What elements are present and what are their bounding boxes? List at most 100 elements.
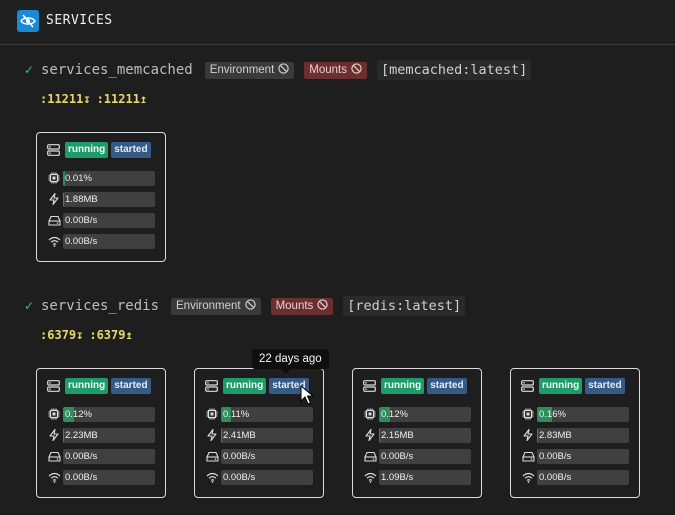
metric-row: 0.00B/s: [47, 212, 155, 228]
metric-value: 0.00B/s: [223, 450, 256, 462]
cpu-usage-bar: 0.12%: [379, 406, 471, 422]
port-list: :11211↧ :11211↥: [40, 92, 153, 106]
ban-icon: [278, 63, 289, 77]
metric-value: 0.11%: [223, 408, 250, 420]
container-card[interactable]: running started 0.12% 2.23MB 0.00B/s 0.00B/s: [36, 368, 166, 498]
container-card[interactable]: running started 0.12% 2.15MB 0.00B/s 1.09B/s: [352, 368, 482, 498]
cpu-usage-bar: 0.16%: [537, 406, 629, 422]
port-out[interactable]: :6379↥: [89, 328, 132, 342]
container-header: running started: [47, 378, 154, 394]
metric-value: 0.00B/s: [65, 235, 98, 247]
mouse-cursor-icon: [300, 384, 315, 410]
network-io-bar: 0.00B/s: [221, 469, 313, 485]
mounts-label: Mounts: [309, 64, 347, 76]
service-name[interactable]: services_redis: [41, 298, 159, 314]
metric-value: 1.09B/s: [381, 471, 414, 483]
metric-value: 0.00B/s: [539, 450, 572, 462]
network-io-bar: 0.00B/s: [63, 233, 155, 249]
status-badge: running: [65, 142, 109, 158]
disk-io-bar: 0.00B/s: [379, 448, 471, 464]
metric-row: 2.23MB: [47, 427, 155, 443]
wifi-icon: [47, 234, 61, 248]
memory-usage-bar: 2.23MB: [63, 427, 155, 443]
cpu-usage-bar: 0.12%: [63, 406, 155, 422]
metric-row: 0.16%: [521, 406, 629, 422]
metric-row: 2.41MB: [205, 427, 313, 443]
tooltip: 22 days ago: [252, 349, 329, 374]
wifi-icon: [47, 470, 61, 484]
network-io-bar: 0.00B/s: [537, 469, 629, 485]
port-in[interactable]: :11211↧: [40, 92, 91, 106]
hard-drive-icon: [47, 213, 61, 227]
network-io-bar: 1.09B/s: [379, 469, 471, 485]
container-header: running started: [521, 378, 628, 394]
cpu-icon: [521, 407, 535, 421]
memory-usage-bar: 2.15MB: [379, 427, 471, 443]
mounts-button[interactable]: Mounts: [270, 297, 334, 315]
service-name[interactable]: services_memcached: [41, 62, 193, 78]
server-icon: [363, 380, 376, 392]
wifi-icon: [521, 470, 535, 484]
cpu-icon: [363, 407, 377, 421]
eye-slash-icon: [17, 10, 39, 32]
metric-row: 0.00B/s: [521, 469, 629, 485]
metric-row: 0.00B/s: [205, 469, 313, 485]
memory-usage-bar: 2.41MB: [221, 427, 313, 443]
memory-usage-bar: 1.88MB: [63, 191, 155, 207]
hard-drive-icon: [521, 449, 535, 463]
cpu-icon: [205, 407, 219, 421]
disk-io-bar: 0.00B/s: [63, 212, 155, 228]
image-tag: [redis:latest]: [343, 296, 466, 316]
container-card[interactable]: running started 0.16% 2.83MB 0.00B/s 0.00B/s: [510, 368, 640, 498]
status-badge: running: [381, 378, 425, 394]
disk-io-bar: 0.00B/s: [221, 448, 313, 464]
wifi-icon: [363, 470, 377, 484]
metric-row: 0.11%: [205, 406, 313, 422]
state-badge[interactable]: started: [427, 378, 467, 394]
server-icon: [521, 380, 534, 392]
ban-icon: [244, 299, 256, 313]
state-badge[interactable]: started: [111, 142, 151, 158]
metric-row: 0.12%: [363, 406, 471, 422]
metric-value: 0.00B/s: [223, 471, 256, 483]
metric-value: 2.23MB: [65, 429, 98, 441]
metric-value: 2.41MB: [223, 429, 256, 441]
metric-value: 0.12%: [65, 408, 92, 420]
mounts-button[interactable]: Mounts: [304, 61, 367, 79]
services-header: SERVICES: [0, 0, 675, 45]
port-in[interactable]: :6379↧: [40, 328, 83, 342]
metric-row: 0.00B/s: [47, 233, 155, 249]
metric-row: 0.01%: [47, 170, 155, 186]
bolt-icon: [47, 192, 61, 206]
state-badge[interactable]: started: [585, 378, 625, 394]
metric-value: 0.00B/s: [539, 471, 572, 483]
server-icon: [47, 380, 60, 392]
container-header: running started: [363, 378, 470, 394]
bolt-icon: [47, 428, 61, 442]
environment-button[interactable]: Environment: [204, 61, 295, 79]
disk-io-bar: 0.00B/s: [63, 448, 155, 464]
metric-value: 2.15MB: [381, 429, 414, 441]
port-list: :6379↧ :6379↥: [40, 328, 139, 342]
environment-button[interactable]: Environment: [171, 297, 261, 315]
metric-value: 0.00B/s: [381, 450, 414, 462]
metric-row: 0.12%: [47, 406, 155, 422]
metric-row: 2.83MB: [521, 427, 629, 443]
metric-value: 0.01%: [65, 172, 92, 184]
metric-row: 0.00B/s: [363, 448, 471, 464]
metric-row: 2.15MB: [363, 427, 471, 443]
port-out[interactable]: :11211↥: [97, 92, 148, 106]
metric-value: 0.00B/s: [65, 214, 98, 226]
metric-row: 0.00B/s: [205, 448, 313, 464]
hard-drive-icon: [205, 449, 219, 463]
state-badge[interactable]: started: [111, 378, 151, 394]
status-badge: running: [223, 378, 267, 394]
bolt-icon: [521, 428, 535, 442]
container-card[interactable]: running started 0.01% 1.88MB 0.00B/s 0.00B/s: [36, 132, 166, 262]
network-io-bar: 0.00B/s: [63, 469, 155, 485]
disk-io-bar: 0.00B/s: [537, 448, 629, 464]
metric-row: 1.88MB: [47, 191, 155, 207]
wifi-icon: [205, 470, 219, 484]
hard-drive-icon: [47, 449, 61, 463]
cpu-icon: [47, 171, 61, 185]
